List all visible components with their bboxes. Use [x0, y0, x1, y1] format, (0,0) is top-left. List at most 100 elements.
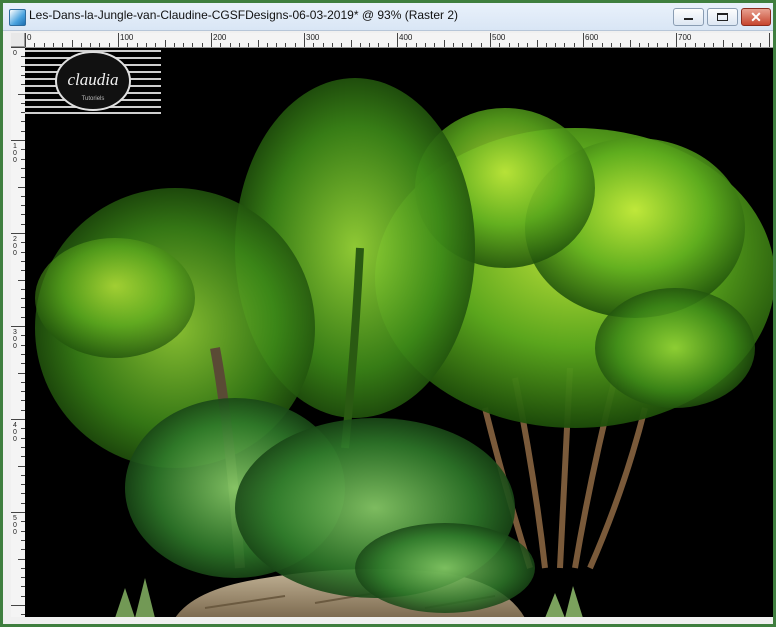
ruler-tick [322, 43, 324, 47]
minimize-icon [684, 18, 693, 20]
ruler-tick [18, 372, 25, 374]
ruler-tick [304, 33, 305, 47]
ruler-tick [11, 605, 25, 606]
ruler-tick [11, 419, 25, 420]
ruler-label: 200 [13, 236, 17, 257]
ruler-label: 200 [213, 33, 227, 42]
ruler-label: 0 [13, 50, 17, 57]
ruler-tick [341, 43, 343, 47]
ruler-tick [99, 43, 101, 47]
ruler-tick [536, 40, 538, 47]
bottom-edge [11, 617, 773, 624]
ruler-tick [313, 43, 315, 47]
claudia-watermark-logo: claudia Tutoriels [25, 50, 161, 114]
vertical-ruler[interactable]: 0 100 200 300 400 500 [11, 47, 26, 617]
ruler-label: 300 [306, 33, 320, 42]
svg-text:claudia: claudia [68, 70, 119, 89]
ruler-tick [620, 43, 622, 47]
title-bar[interactable]: Les-Dans-la-Jungle-van-Claudine-CGSFDesi… [3, 3, 773, 31]
psp-app-icon[interactable] [9, 9, 26, 26]
ruler-tick [136, 43, 138, 47]
ruler-tick [508, 43, 510, 47]
ruler-tick [71, 40, 73, 47]
ruler-tick [62, 43, 64, 47]
ruler-tick [685, 43, 687, 47]
ruler-tick [471, 43, 473, 47]
ruler-tick [80, 43, 82, 47]
ruler-tick [648, 43, 650, 47]
ruler-tick [11, 140, 25, 141]
ruler-tick [555, 43, 557, 47]
ruler-tick [192, 43, 194, 47]
close-button[interactable]: ✕ [741, 8, 771, 26]
ruler-label: 500 [13, 515, 17, 536]
ruler-tick [90, 43, 92, 47]
ruler-tick [248, 43, 250, 47]
ruler-label: 400 [399, 33, 413, 42]
ruler-tick [211, 33, 212, 47]
maximize-button[interactable] [707, 8, 738, 26]
horizontal-ruler[interactable]: 0 100 200 300 400 500 600 700 [25, 33, 773, 48]
ruler-tick [443, 40, 445, 47]
ruler-label: 300 [13, 329, 17, 350]
ruler-tick [564, 43, 566, 47]
ruler-tick [350, 40, 352, 47]
ruler-tick [397, 33, 398, 47]
ruler-tick [108, 43, 110, 47]
ruler-tick [145, 43, 147, 47]
maximize-icon [717, 13, 728, 21]
ruler-label: 600 [585, 33, 599, 42]
ruler-tick [499, 43, 501, 47]
ruler-tick [164, 40, 166, 47]
ruler-tick [703, 43, 705, 47]
ruler-tick [601, 43, 603, 47]
ruler-tick [769, 33, 770, 47]
ruler-tick [18, 186, 25, 188]
ruler-tick [424, 43, 426, 47]
ruler-tick [229, 43, 231, 47]
ruler-tick [52, 43, 54, 47]
ruler-tick [18, 465, 25, 467]
ruler-tick [694, 43, 696, 47]
ruler-tick [462, 43, 464, 47]
ruler-tick [331, 43, 333, 47]
ruler-label: 100 [120, 33, 134, 42]
ruler-label: 100 [13, 143, 17, 164]
ruler-tick [434, 43, 436, 47]
ruler-tick [155, 43, 157, 47]
image-window: Les-Dans-la-Jungle-van-Claudine-CGSFDesi… [0, 0, 776, 627]
ruler-tick [722, 40, 724, 47]
ruler-tick [741, 43, 743, 47]
ruler-tick [238, 43, 240, 47]
ruler-tick [676, 33, 677, 47]
ruler-corner [11, 33, 25, 47]
ruler-tick [257, 40, 259, 47]
ruler-tick [666, 43, 668, 47]
ruler-tick [378, 43, 380, 47]
ruler-tick [583, 33, 584, 47]
jungle-image [35, 78, 773, 618]
ruler-tick [759, 43, 761, 47]
ruler-tick [25, 33, 26, 47]
ruler-tick [490, 33, 491, 47]
ruler-tick [610, 43, 612, 47]
ruler-tick [11, 512, 25, 513]
minimize-button[interactable] [673, 8, 704, 26]
ruler-tick [11, 233, 25, 234]
ruler-tick [452, 43, 454, 47]
ruler-tick [657, 43, 659, 47]
ruler-tick [359, 43, 361, 47]
ruler-tick [34, 43, 36, 47]
ruler-tick [406, 43, 408, 47]
ruler-tick [592, 43, 594, 47]
ruler-tick [118, 33, 119, 47]
ruler-tick [527, 43, 529, 47]
image-canvas[interactable]: claudia Tutoriels [25, 48, 773, 618]
ruler-tick [220, 43, 222, 47]
ruler-tick [173, 43, 175, 47]
ruler-tick [18, 279, 25, 281]
ruler-tick [480, 43, 482, 47]
ruler-tick [11, 326, 25, 327]
ruler-tick [183, 43, 185, 47]
ruler-tick [285, 43, 287, 47]
